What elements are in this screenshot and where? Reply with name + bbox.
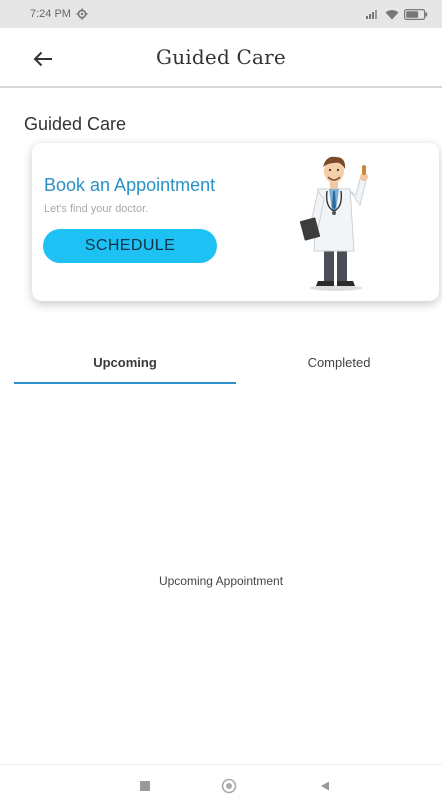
card-subtitle: Let's find your doctor. [44, 203, 149, 215]
section-title: Guided Care [24, 114, 127, 134]
tab-selected-indicator [14, 382, 236, 384]
status-right [366, 8, 428, 20]
status-bar: 7:24 PM [0, 0, 442, 28]
status-time: 7:24 PM [30, 8, 71, 20]
system-back-button[interactable] [316, 777, 334, 795]
battery-icon [404, 8, 428, 20]
tab-upcoming[interactable]: Upcoming [14, 340, 236, 384]
gear-icon [76, 8, 88, 20]
recents-button[interactable] [136, 777, 154, 795]
wifi-icon [385, 9, 399, 19]
arrow-left-icon [33, 51, 52, 67]
home-button[interactable] [220, 777, 238, 795]
signal-icon [366, 10, 377, 19]
tab-upcoming-label: Upcoming [93, 354, 157, 370]
appointment-tabs: Upcoming Completed [14, 340, 442, 384]
app-bar: Guided Care [0, 28, 442, 88]
doctor-illustration [299, 156, 368, 291]
tab-completed-label: Completed [307, 354, 371, 370]
tab-completed[interactable]: Completed [236, 340, 442, 384]
back-button[interactable] [28, 46, 58, 72]
schedule-button[interactable]: SCHEDULE [43, 229, 217, 263]
empty-state-text: Upcoming Appointment [158, 574, 284, 588]
status-left: 7:24 PM [30, 8, 88, 20]
card-title: Book an Appointment [44, 175, 216, 195]
book-appointment-card: Book an Appointment Let's find your doct… [32, 143, 439, 301]
system-nav-bar [0, 764, 442, 804]
page-title: Guided Care [156, 45, 286, 69]
back-triangle-icon [321, 781, 329, 791]
home-icon [221, 778, 237, 794]
recents-icon [140, 781, 150, 791]
